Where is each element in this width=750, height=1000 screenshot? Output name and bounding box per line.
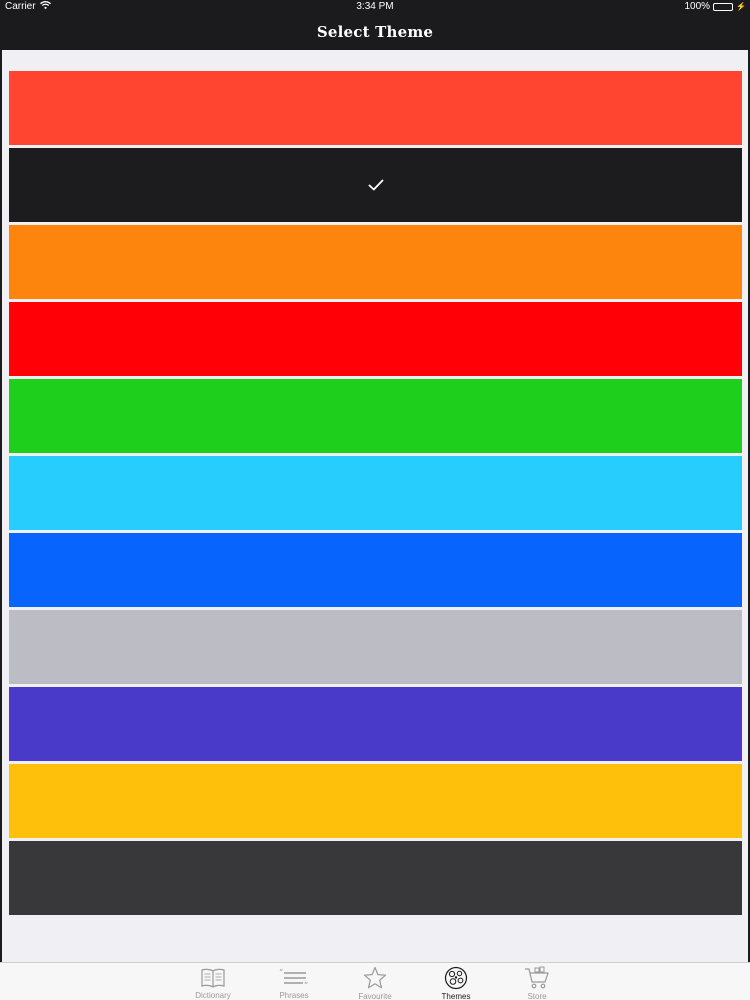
theme-option-3[interactable] bbox=[9, 225, 742, 299]
theme-option-7[interactable] bbox=[9, 533, 742, 607]
tab-bar: Dictionary “” Phrases Favourite Themes Store bbox=[0, 962, 750, 1000]
theme-option-5[interactable] bbox=[9, 379, 742, 453]
theme-option-11[interactable] bbox=[9, 841, 742, 915]
theme-option-10[interactable] bbox=[9, 764, 742, 838]
cart-icon bbox=[524, 966, 550, 990]
tab-favourite[interactable]: Favourite bbox=[335, 963, 416, 1000]
page-title: Select Theme bbox=[316, 23, 434, 41]
theme-option-1[interactable] bbox=[9, 71, 742, 145]
theme-option-2[interactable] bbox=[9, 148, 742, 222]
svg-text:“: “ bbox=[279, 968, 283, 977]
tab-label: Phrases bbox=[279, 991, 309, 1000]
tab-label: Favourite bbox=[358, 992, 392, 1000]
tab-dictionary[interactable]: Dictionary bbox=[173, 963, 254, 1000]
svg-text:”: ” bbox=[304, 981, 308, 988]
checkmark-icon bbox=[368, 179, 384, 191]
book-icon bbox=[200, 966, 226, 989]
phrases-icon: “” bbox=[279, 966, 309, 989]
battery-icon bbox=[713, 3, 734, 11]
theme-option-9[interactable] bbox=[9, 687, 742, 761]
tab-phrases[interactable]: “” Phrases bbox=[254, 963, 335, 1000]
charging-icon: ⚡ bbox=[736, 2, 746, 11]
theme-option-4[interactable] bbox=[9, 302, 742, 376]
status-right: 100% ⚡ bbox=[684, 0, 746, 14]
tab-label: Themes bbox=[441, 992, 471, 1000]
theme-option-6[interactable] bbox=[9, 456, 742, 530]
battery-percent: 100% bbox=[684, 1, 711, 12]
status-time: 3:34 PM bbox=[356, 1, 394, 12]
navigation-bar: Select Theme bbox=[0, 14, 750, 50]
status-bar: Carrier 3:34 PM 100% ⚡ bbox=[0, 0, 750, 14]
tab-label: Dictionary bbox=[195, 991, 231, 1000]
star-icon bbox=[363, 966, 387, 990]
themes-icon bbox=[444, 966, 468, 990]
theme-content bbox=[2, 50, 748, 962]
tab-label: Store bbox=[527, 992, 547, 1000]
theme-option-8[interactable] bbox=[9, 610, 742, 684]
tab-store[interactable]: Store bbox=[497, 963, 578, 1000]
theme-list bbox=[9, 71, 742, 918]
tab-themes[interactable]: Themes bbox=[416, 963, 497, 1000]
